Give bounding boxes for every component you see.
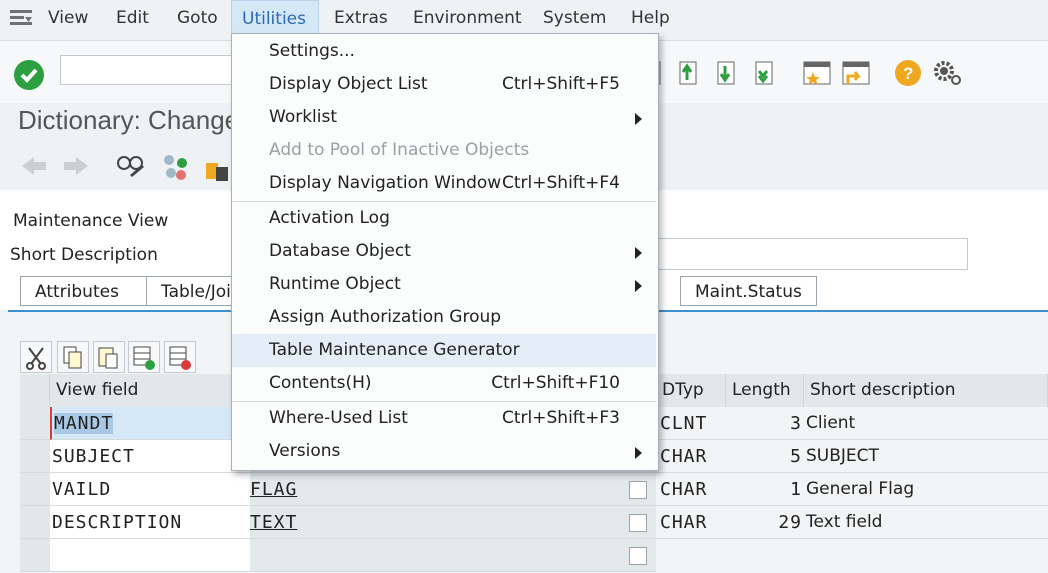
next-page-icon[interactable]: [712, 58, 740, 88]
menu-item-table-maintenance-generator[interactable]: Table Maintenance Generator: [232, 334, 656, 367]
menu-item-runtime-object[interactable]: Runtime Object: [232, 268, 656, 301]
row-selector[interactable]: [20, 440, 50, 473]
delete-row-icon[interactable]: [164, 341, 196, 373]
menu-item-worklist[interactable]: Worklist: [232, 101, 656, 134]
help-icon[interactable]: ?: [894, 58, 922, 88]
menu-item-assign-authorization-group[interactable]: Assign Authorization Group: [232, 301, 656, 334]
menu-item-settings[interactable]: Settings...: [232, 35, 656, 68]
svg-text:?: ?: [903, 64, 913, 83]
maintenance-view-label: Maintenance View: [13, 211, 169, 231]
last-page-icon[interactable]: [750, 58, 778, 88]
description-cell: General Flag: [804, 473, 1048, 506]
view-field-cell[interactable]: VAILD: [50, 473, 250, 506]
dtyp-cell: CLNT: [656, 407, 726, 440]
object-list-icon[interactable]: [204, 153, 232, 187]
system-menu-icon[interactable]: [10, 10, 32, 26]
menu-system[interactable]: System: [533, 0, 616, 36]
forward-arrow-icon[interactable]: [62, 155, 90, 181]
row-selector[interactable]: [20, 539, 50, 572]
submenu-arrow-icon: [635, 247, 642, 259]
confirm-check-icon[interactable]: [14, 60, 44, 90]
menu-extras[interactable]: Extras: [324, 0, 398, 36]
dtyp-cell: CHAR: [656, 440, 726, 473]
row-selector[interactable]: [20, 407, 50, 440]
short-description-input[interactable]: [640, 238, 968, 270]
menu-item-add-to-pool: Add to Pool of Inactive Objects: [269, 140, 530, 160]
previous-page-icon[interactable]: [674, 58, 702, 88]
view-field-cell[interactable]: DESCRIPTION: [50, 506, 250, 539]
length-cell: 1: [726, 473, 804, 506]
shortcut-icon[interactable]: [842, 58, 870, 88]
row-selector[interactable]: [20, 473, 50, 506]
menu-item-versions[interactable]: Versions: [232, 435, 656, 468]
key-checkbox[interactable]: [629, 481, 647, 499]
key-cell: [616, 506, 656, 539]
menu-bar: View Edit Goto Utilities Extras Environm…: [0, 0, 1048, 36]
menu-goto[interactable]: Goto: [167, 0, 228, 36]
view-field-cell[interactable]: SUBJECT: [50, 440, 250, 473]
header-short-description: Short description: [804, 374, 1048, 407]
key-cell: [616, 539, 656, 572]
key-checkbox[interactable]: [629, 514, 647, 532]
description-cell: SUBJECT: [804, 440, 1048, 473]
key-cell: [616, 473, 656, 506]
menu-edit[interactable]: Edit: [106, 0, 159, 36]
table-row: VAILD FLAG CHAR 1 General Flag: [20, 473, 1048, 506]
header-dtyp: DTyp: [656, 374, 726, 407]
key-checkbox[interactable]: [629, 547, 647, 565]
menu-utilities[interactable]: Utilities: [231, 0, 319, 36]
menu-item-where-used-list[interactable]: Where-Used List Ctrl+Shift+F3: [232, 402, 656, 435]
header-view-field: View field: [50, 374, 250, 407]
dtyp-cell: CHAR: [656, 506, 726, 539]
paste-icon[interactable]: [93, 341, 125, 373]
cut-icon[interactable]: [20, 341, 52, 373]
copy-icon[interactable]: [57, 341, 89, 373]
utilities-dropdown-menu: Settings... Display Object List Ctrl+Shif…: [231, 33, 659, 471]
new-session-icon[interactable]: [803, 58, 831, 88]
table-row: [20, 539, 1048, 572]
menu-view[interactable]: View: [38, 0, 98, 36]
header-length: Length: [726, 374, 804, 407]
menu-item-database-object[interactable]: Database Object: [232, 235, 656, 268]
page-title: Dictionary: Change: [18, 105, 240, 135]
submenu-arrow-icon: [635, 447, 642, 459]
table-field-cell[interactable]: [250, 539, 616, 572]
command-field[interactable]: [60, 55, 240, 85]
length-cell: 5: [726, 440, 804, 473]
menu-item-contents[interactable]: Contents(H) Ctrl+Shift+F10: [232, 367, 656, 400]
length-cell: 29: [726, 506, 804, 539]
length-cell: 3: [726, 407, 804, 440]
display-change-icon[interactable]: [116, 153, 146, 185]
table-field-cell[interactable]: FLAG: [250, 473, 636, 506]
view-field-cell[interactable]: [50, 539, 250, 572]
description-cell: Client: [804, 407, 1048, 440]
back-arrow-icon[interactable]: [20, 155, 48, 181]
short-description-label: Short Description: [10, 245, 158, 265]
table-field-cell[interactable]: TEXT: [250, 506, 616, 539]
menu-item-display-object-list[interactable]: Display Object List Ctrl+Shift+F5: [232, 68, 656, 101]
activate-icon[interactable]: [162, 153, 190, 185]
description-cell: Text field: [804, 506, 1048, 539]
dtyp-cell: CHAR: [656, 473, 726, 506]
table-row: DESCRIPTION TEXT CHAR 29 Text field: [20, 506, 1048, 539]
row-selector-header[interactable]: [20, 374, 50, 407]
menu-help[interactable]: Help: [621, 0, 680, 36]
menu-item-activation-log[interactable]: Activation Log: [232, 202, 656, 235]
tab-maint-status[interactable]: Maint.Status: [680, 276, 817, 306]
row-selector[interactable]: [20, 506, 50, 539]
submenu-arrow-icon: [635, 113, 642, 125]
menu-environment[interactable]: Environment: [403, 0, 532, 36]
menu-item-display-navigation-window[interactable]: Display Navigation Window Ctrl+Shift+F4: [232, 167, 656, 200]
settings-gear-icon[interactable]: [932, 58, 961, 88]
tab-attributes[interactable]: Attributes: [20, 276, 147, 306]
insert-row-icon[interactable]: [128, 341, 160, 373]
view-field-cell[interactable]: MANDT: [50, 407, 250, 440]
submenu-arrow-icon: [635, 280, 642, 292]
